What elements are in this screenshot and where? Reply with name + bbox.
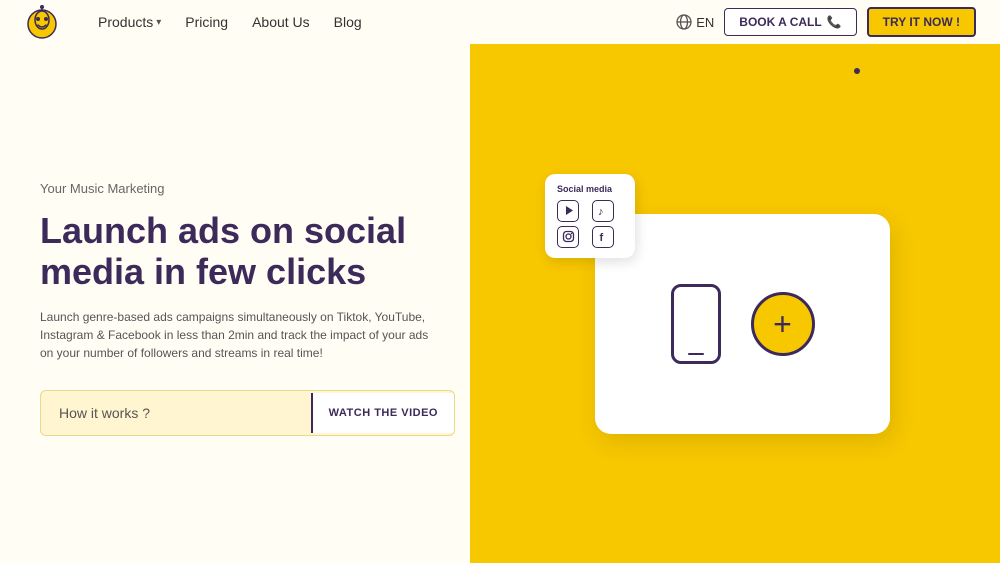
- nav-pricing[interactable]: Pricing: [175, 10, 238, 34]
- illustration-container: Social media ♪: [575, 184, 895, 424]
- hero-left-panel: Your Music Marketing Launch ads on socia…: [0, 44, 470, 563]
- main-illustration-card: +: [595, 214, 890, 434]
- hero-right-panel: Social media ♪: [470, 44, 1000, 563]
- hero-subtext: Launch genre-based ads campaigns simulta…: [40, 308, 430, 362]
- main-layout: Your Music Marketing Launch ads on socia…: [0, 44, 1000, 563]
- book-call-button[interactable]: BOOK A CALL 📞: [724, 8, 856, 36]
- svg-text:f: f: [599, 232, 603, 243]
- how-it-works-label[interactable]: How it works ?: [41, 391, 311, 435]
- social-icons-grid: ♪ f: [557, 200, 623, 248]
- tiktok-icon: ♪: [592, 200, 614, 222]
- navbar: Products ▾ Pricing About Us Blog EN BOOK: [0, 0, 1000, 44]
- instagram-icon: [557, 226, 579, 248]
- hero-headline: Launch ads on social media in few clicks: [40, 210, 430, 293]
- hero-tagline: Your Music Marketing: [40, 181, 430, 196]
- svg-text:♪: ♪: [598, 206, 604, 217]
- phone-device-icon: [671, 284, 721, 364]
- nav-products[interactable]: Products ▾: [88, 10, 171, 34]
- try-now-button[interactable]: TRY IT NOW !: [867, 7, 976, 37]
- plus-symbol: +: [773, 308, 792, 340]
- chevron-down-icon: ▾: [156, 17, 161, 28]
- social-card-title: Social media: [557, 184, 623, 194]
- language-selector[interactable]: EN: [676, 14, 714, 30]
- youtube-icon: [557, 200, 579, 222]
- phone-icon: 📞: [827, 15, 842, 29]
- logo-icon: [24, 4, 60, 40]
- nav-links: Products ▾ Pricing About Us Blog: [88, 10, 372, 34]
- cta-row: How it works ? WATCH THE VIDEO: [40, 390, 455, 436]
- nav-blog[interactable]: Blog: [324, 10, 372, 34]
- navbar-left: Products ▾ Pricing About Us Blog: [24, 4, 372, 40]
- social-media-card: Social media ♪: [545, 174, 635, 258]
- watch-video-button[interactable]: WATCH THE VIDEO: [311, 393, 454, 433]
- nav-about[interactable]: About Us: [242, 10, 320, 34]
- navbar-right: EN BOOK A CALL 📞 TRY IT NOW !: [676, 7, 976, 37]
- globe-icon: [676, 14, 692, 30]
- decoration-dot-1: [854, 68, 860, 74]
- plus-circle-icon: +: [751, 292, 815, 356]
- facebook-icon: f: [592, 226, 614, 248]
- logo[interactable]: [24, 4, 60, 40]
